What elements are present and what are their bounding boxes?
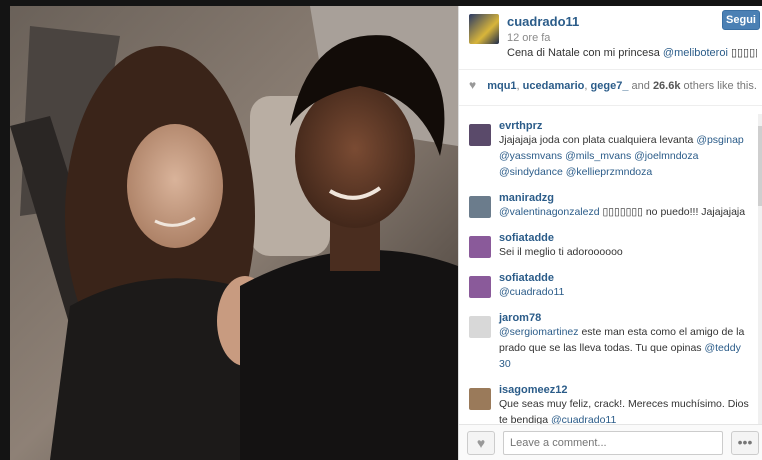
comment-number: 30 — [499, 358, 511, 370]
caption-mention[interactable]: @meliboteroi — [663, 47, 728, 59]
likes-suffix: others like this. — [683, 80, 757, 92]
commenter-username[interactable]: isagomeez12 — [499, 384, 753, 396]
comment-text: Jjajajaja joda con plata cualquiera leva… — [499, 132, 753, 180]
comment-item: maniradzg @valentinagonzalezd ▯▯▯▯▯▯▯ no … — [459, 186, 762, 226]
post-caption: Cena di Natale con mi princesa @melibote… — [507, 46, 757, 59]
commenter-username[interactable]: evrthprz — [499, 120, 753, 132]
instagram-post-viewer: cuadrado11 12 ore fa Segui Cena di Natal… — [0, 0, 762, 460]
comment-text-part: Que seas muy feliz, crack!. Mereces much… — [499, 398, 749, 424]
ellipsis-icon: ••• — [737, 434, 753, 450]
comment-input[interactable] — [503, 431, 723, 455]
post-photo — [10, 6, 458, 460]
comment-text: Sei il meglio ti adoroooooo — [499, 244, 753, 260]
caption-text: Cena di Natale con mi princesa — [507, 47, 660, 59]
comments-scrollbar-thumb[interactable] — [758, 126, 762, 206]
commenter-username[interactable]: jarom78 — [499, 312, 753, 324]
commenter-avatar[interactable] — [469, 124, 491, 146]
post-timestamp: 12 ore fa — [507, 32, 551, 44]
comment-text: @valentinagonzalezd ▯▯▯▯▯▯▯ no puedo!!! … — [499, 204, 753, 220]
comment-text-part: ▯▯▯▯▯▯▯ no puedo!!! Jajajajaja — [599, 206, 746, 218]
comment-item: evrthprz Jjajajaja joda con plata cualqui… — [459, 114, 762, 186]
liker-username[interactable]: mqu1 — [487, 80, 516, 92]
post-header: cuadrado11 12 ore fa Segui Cena di Natal… — [459, 6, 762, 70]
liker-username[interactable]: gege7_ — [591, 80, 629, 92]
commenter-avatar[interactable] — [469, 236, 491, 258]
commenter-avatar[interactable] — [469, 316, 491, 338]
follow-button[interactable]: Segui — [722, 10, 760, 30]
author-avatar[interactable] — [469, 14, 499, 44]
comment-text-part: Sei il meglio ti adoroooooo — [499, 246, 623, 258]
comment-mention[interactable]: @teddy — [704, 342, 740, 354]
comment-footer: ♥ ••• — [459, 424, 762, 460]
author-username[interactable]: cuadrado11 — [507, 14, 579, 29]
comment-text-part: Jjajajaja joda con plata cualquiera leva… — [499, 134, 697, 146]
post-detail-panel: cuadrado11 12 ore fa Segui Cena di Natal… — [458, 6, 762, 460]
comment-mention[interactable]: @cuadrado11 — [551, 414, 616, 424]
comment-mention[interactable]: @sindydance — [499, 166, 563, 178]
comment-mention[interactable]: @mils_mvans — [565, 150, 631, 162]
more-options-button[interactable]: ••• — [731, 431, 759, 455]
post-photo-image — [10, 6, 458, 460]
comment-item: isagomeez12 Que seas muy feliz, crack!. M… — [459, 378, 762, 424]
comment-text: Que seas muy feliz, crack!. Mereces much… — [499, 396, 753, 424]
commenter-username[interactable]: sofiatadde — [499, 232, 753, 244]
comment-text: @cuadrado11 — [499, 284, 753, 300]
comment-mention[interactable]: @yassmvans — [499, 150, 562, 162]
comments-list[interactable]: evrthprz Jjajajaja joda con plata cualqui… — [459, 114, 762, 424]
comment-mention[interactable]: @joelmndoza — [634, 150, 698, 162]
comment-mention[interactable]: @sergiomartinez — [499, 326, 579, 338]
heart-icon: ♥ — [476, 435, 486, 451]
comment-mention[interactable]: @psginap — [696, 134, 743, 146]
commenter-avatar[interactable] — [469, 196, 491, 218]
likes-and: and — [631, 80, 650, 92]
comment-text: @sergiomartinez este man esta como el am… — [499, 324, 753, 372]
comment-item: sofiatadde @cuadrado11 — [459, 266, 762, 306]
comment-mention[interactable]: @valentinagonzalezd — [499, 206, 600, 218]
comment-mention[interactable]: @kellieprzmndoza — [566, 166, 653, 178]
comment-item: jarom78 @sergiomartinez este man esta com… — [459, 306, 762, 378]
liker-username[interactable]: ucedamario — [523, 80, 585, 92]
commenter-username[interactable]: maniradzg — [499, 192, 753, 204]
like-button[interactable]: ♥ — [467, 431, 495, 455]
likes-summary: ♥ mqu1, ucedamario, gege7_ and 26.6k oth… — [459, 70, 762, 106]
heart-icon: ♥ — [469, 78, 477, 92]
commenter-avatar[interactable] — [469, 276, 491, 298]
comment-mention[interactable]: @cuadrado11 — [499, 286, 564, 298]
comment-item: sofiatadde Sei il meglio ti adoroooooo — [459, 226, 762, 266]
likes-count[interactable]: 26.6k — [653, 80, 681, 92]
caption-emoji: ▯▯▯▯▯ — [730, 47, 757, 59]
commenter-username[interactable]: sofiatadde — [499, 272, 753, 284]
commenter-avatar[interactable] — [469, 388, 491, 410]
